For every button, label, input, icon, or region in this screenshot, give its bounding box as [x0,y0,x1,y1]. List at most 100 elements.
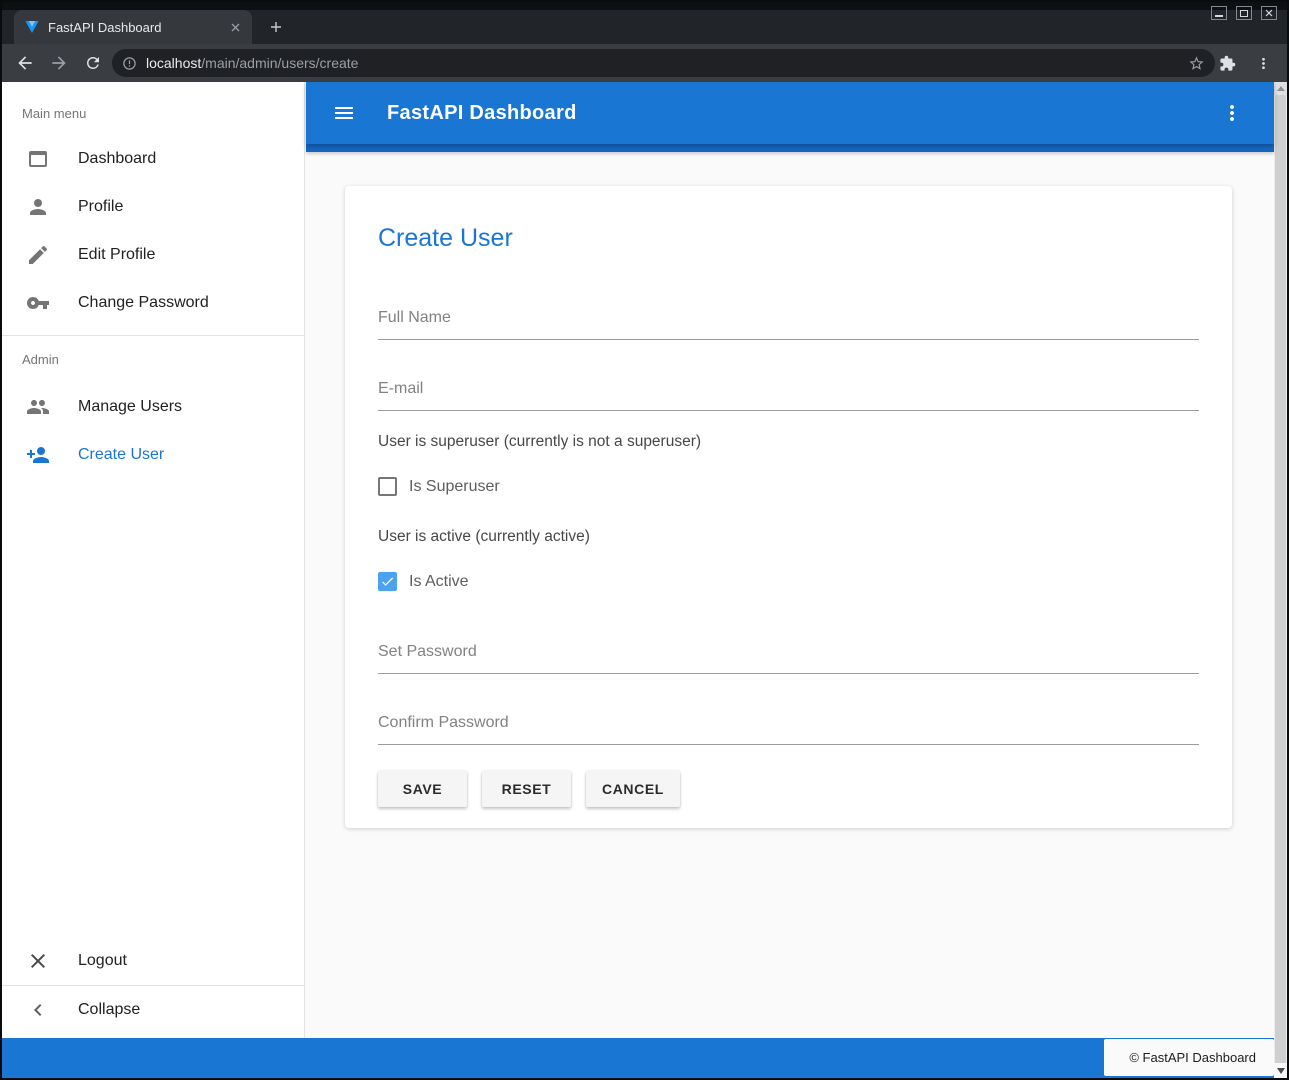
reload-icon [84,54,102,72]
extensions-icon [1219,55,1236,72]
tab-close-icon[interactable] [226,18,244,36]
confirm-password-input[interactable] [378,714,1199,744]
full-name-input[interactable] [378,309,1199,339]
sidebar-section-main: Main menu [2,82,304,135]
sidebar-item-profile[interactable]: Profile [2,183,304,231]
active-checkbox-row: Is Active [378,572,1199,591]
full-name-field-wrap [378,309,1199,340]
sidebar-item-label: Edit Profile [78,246,155,264]
maximize-button[interactable] [1236,6,1252,20]
sidebar-item-label: Change Password [78,294,209,312]
browser-toolbar: localhost/main/admin/users/create [2,44,1287,82]
bookmark-star-icon[interactable] [1188,55,1205,72]
form-actions: SAVE RESET CANCEL [378,771,1199,807]
sidebar-item-dashboard[interactable]: Dashboard [2,135,304,183]
superuser-checkbox-row: Is Superuser [378,477,1199,496]
new-tab-button[interactable] [264,15,288,39]
browser-menu-button[interactable] [1249,49,1277,77]
key-icon [26,291,50,315]
browser-window: FastAPI Dashboard [0,0,1289,1080]
set-password-input[interactable] [378,643,1199,673]
set-password-field-wrap [378,643,1199,674]
is-superuser-checkbox[interactable] [378,477,397,496]
person-add-icon [26,443,50,467]
sidebar-item-label: Profile [78,198,123,216]
minimize-icon [1215,15,1223,17]
sidebar-item-label: Dashboard [78,150,156,168]
check-icon [380,574,395,589]
minimize-button[interactable] [1211,6,1227,20]
people-icon [26,395,50,419]
active-checkbox-label: Is Active [409,573,469,591]
appbar-title: FastAPI Dashboard [387,102,577,125]
appbar-shadow-band [306,144,1274,152]
copyright: © FastAPI Dashboard [1104,1039,1274,1076]
email-field-wrap [378,380,1199,411]
logout-label: Logout [78,952,127,970]
close-button[interactable] [1261,6,1277,20]
superuser-hint: User is superuser (currently is not a su… [378,433,1199,451]
close-icon [1265,9,1273,17]
logout-x-icon [26,949,50,973]
confirm-password-field-wrap [378,714,1199,745]
sidebar-item-change-password[interactable]: Change Password [2,279,304,327]
scroll-down-button[interactable] [1274,1063,1287,1078]
is-active-checkbox[interactable] [378,572,397,591]
sidebar-item-manage-users[interactable]: Manage Users [2,383,304,431]
triangle-down-icon [1277,1068,1285,1074]
page-title: Create User [378,224,1199,253]
url-path: /main/admin/users/create [201,55,358,71]
tab-strip: FastAPI Dashboard [2,10,1287,44]
superuser-checkbox-label: Is Superuser [409,478,500,496]
main-area: FastAPI Dashboard Create User User is su… [306,82,1274,1038]
sidebar-item-logout[interactable]: Logout [2,937,304,985]
page-scrollbar[interactable] [1274,82,1287,1078]
back-icon [15,53,35,73]
url-text: localhost/main/admin/users/create [146,55,1188,71]
pencil-icon [26,243,50,267]
extensions-button[interactable] [1213,49,1241,77]
site-info-icon[interactable] [122,56,137,71]
browser-titlebar: FastAPI Dashboard [2,2,1287,44]
more-vert-icon [1220,101,1244,125]
hamburger-menu-icon[interactable] [332,101,356,125]
save-button[interactable]: SAVE [378,771,467,807]
sidebar-bottom: Logout Collapse [2,937,304,1038]
forward-icon [49,53,69,73]
maximize-icon [1240,10,1248,17]
triangle-up-icon [1277,86,1285,91]
scrollbar-thumb[interactable] [1275,95,1286,1063]
sidebar-collapse-button[interactable]: Collapse [2,986,304,1034]
chevron-left-icon [26,998,50,1022]
active-hint: User is active (currently active) [378,528,1199,546]
person-icon [26,195,50,219]
sidebar-item-label: Create User [78,446,164,464]
appbar-menu-button[interactable] [1220,101,1244,125]
browser-tab[interactable]: FastAPI Dashboard [14,10,252,44]
sidebar-item-create-user[interactable]: Create User [2,431,304,479]
collapse-label: Collapse [78,1001,140,1019]
address-bar[interactable]: localhost/main/admin/users/create [112,49,1215,77]
dashboard-icon [26,147,50,171]
sidebar-section-admin: Admin [2,336,304,383]
back-button[interactable] [10,48,40,78]
content-area: Create User User is superuser (currently… [306,152,1274,1038]
reset-button[interactable]: RESET [482,771,571,807]
tab-favicon [24,19,40,35]
create-user-card: Create User User is superuser (currently… [345,186,1232,828]
sidebar-item-label: Manage Users [78,398,182,416]
window-controls [1211,6,1277,20]
url-host: localhost [146,55,201,71]
app-bar: FastAPI Dashboard [306,82,1274,144]
reload-button[interactable] [78,48,108,78]
sidebar: Main menu Dashboard Profile Edit Profile [2,82,305,1038]
cancel-button[interactable]: CANCEL [586,771,680,807]
scroll-up-button[interactable] [1274,82,1287,95]
toolbar-right [1213,49,1277,77]
forward-button[interactable] [44,48,74,78]
email-input[interactable] [378,380,1199,410]
page: Main menu Dashboard Profile Edit Profile [2,82,1287,1078]
sidebar-item-edit-profile[interactable]: Edit Profile [2,231,304,279]
app-footer: © FastAPI Dashboard [2,1038,1274,1078]
tab-title: FastAPI Dashboard [48,20,218,35]
